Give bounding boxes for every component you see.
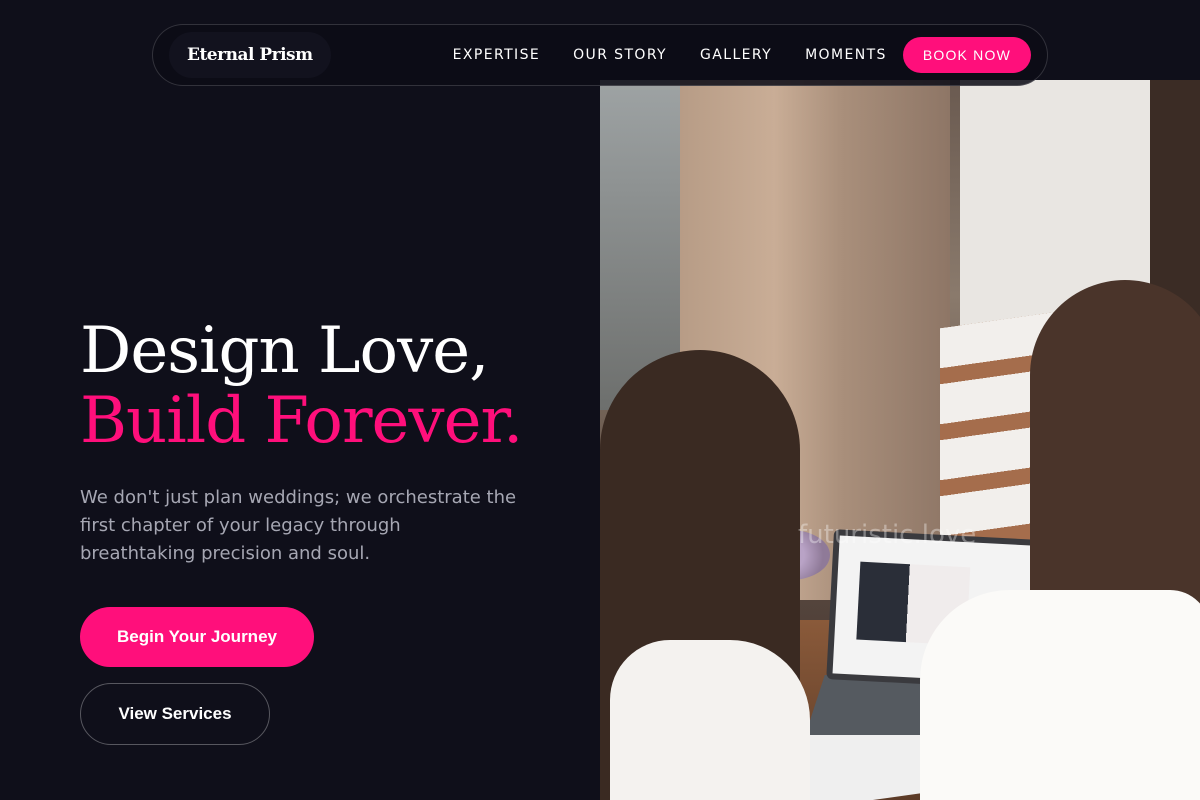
hero-image: futuristic.love	[600, 80, 1200, 800]
view-services-button[interactable]: View Services	[80, 683, 270, 745]
nav-links: EXPERTISE OUR STORY GALLERY MOMENTS	[453, 47, 887, 63]
hero-headline-line2: Build Forever.	[80, 384, 523, 458]
top-navigation: Eternal Prism EXPERTISE OUR STORY GALLER…	[152, 24, 1048, 86]
image-watermark: futuristic.love	[798, 520, 977, 550]
photo-person-left-shirt	[610, 640, 810, 800]
nav-link-gallery[interactable]: GALLERY	[700, 47, 772, 63]
nav-link-expertise[interactable]: EXPERTISE	[453, 47, 540, 63]
photo-person-right-shirt	[920, 590, 1200, 800]
brand-logo[interactable]: Eternal Prism	[169, 32, 331, 78]
hero-headline: Design Love, Build Forever.	[80, 314, 523, 458]
nav-link-moments[interactable]: MOMENTS	[805, 47, 887, 63]
begin-journey-button[interactable]: Begin Your Journey	[80, 607, 314, 667]
hero-description: We don't just plan weddings; we orchestr…	[80, 487, 517, 564]
hero-headline-line1: Design Love,	[80, 314, 489, 388]
book-now-button[interactable]: BOOK NOW	[902, 37, 1031, 73]
nav-link-our-story[interactable]: OUR STORY	[573, 47, 667, 63]
